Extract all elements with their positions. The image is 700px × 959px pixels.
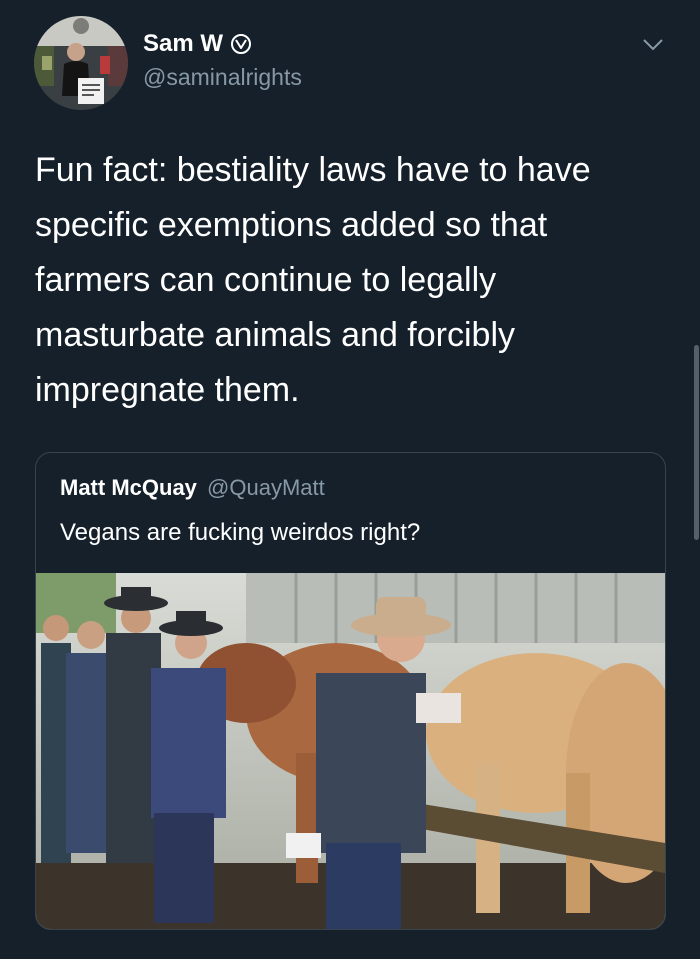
author-handle[interactable]: @saminalrights bbox=[143, 64, 302, 91]
author-display-name[interactable]: Sam W bbox=[143, 30, 223, 58]
author-name-row: Sam W bbox=[143, 30, 252, 58]
avatar-photo bbox=[34, 16, 128, 110]
quoted-author-name: Matt McQuay bbox=[60, 475, 197, 500]
quoted-tweet[interactable]: Matt McQuay @QuayMatt Vegans are fucking… bbox=[35, 452, 666, 930]
quoted-tweet-photo[interactable] bbox=[36, 573, 665, 929]
quoted-tweet-text: Vegans are fucking weirdos right? bbox=[60, 519, 421, 546]
tweet-card: Sam W @saminalrights Fun fact: bestialit… bbox=[0, 0, 700, 959]
chevron-down-icon[interactable] bbox=[642, 38, 664, 52]
tweet-text: Fun fact: bestiality laws have to have s… bbox=[35, 151, 591, 409]
quoted-author-handle: @QuayMatt bbox=[207, 475, 325, 500]
author-avatar[interactable] bbox=[34, 16, 128, 110]
quoted-tweet-header: Matt McQuay @QuayMatt bbox=[60, 475, 325, 501]
scrollbar[interactable] bbox=[694, 345, 699, 540]
barn-cows-photo bbox=[36, 573, 665, 929]
vegan-v-badge-icon bbox=[231, 34, 252, 54]
